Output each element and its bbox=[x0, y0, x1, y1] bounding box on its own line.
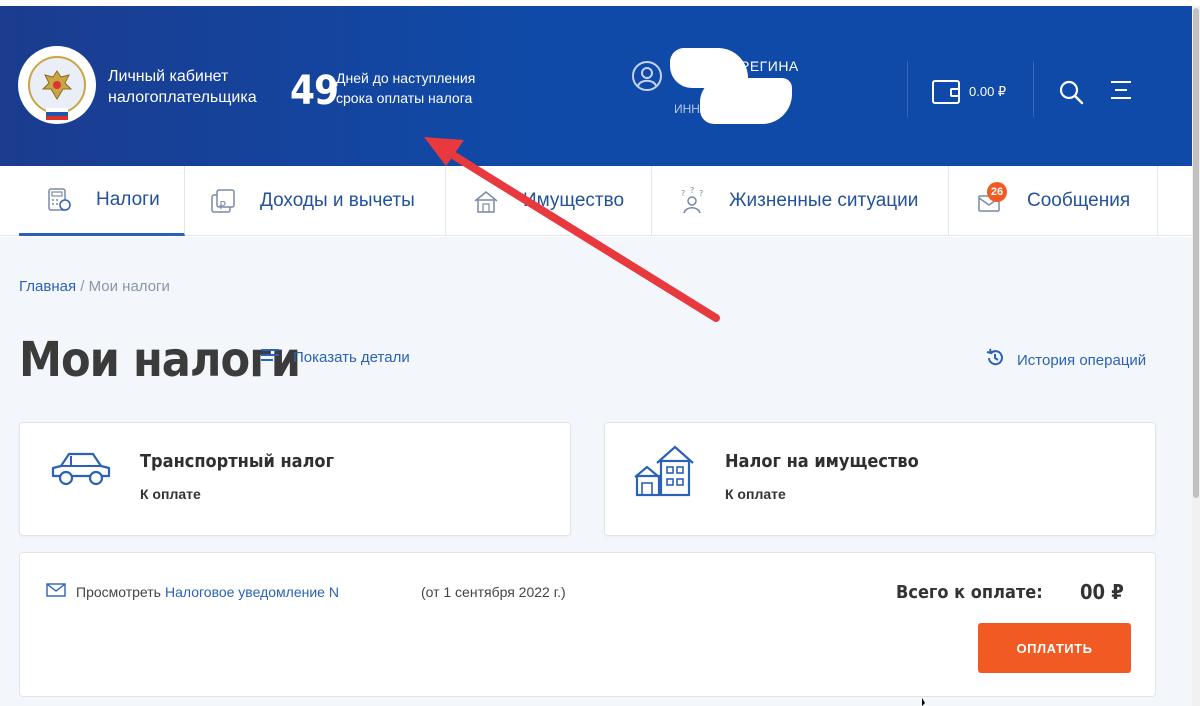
days-caption-line-2: срока оплаты налога bbox=[336, 90, 473, 106]
svg-text:₽: ₽ bbox=[219, 199, 226, 212]
page-title: Мои налоги bbox=[19, 332, 301, 388]
main-content: Главная / Мои налоги Мои налоги Показать… bbox=[0, 237, 1192, 706]
fns-logo[interactable] bbox=[18, 46, 96, 124]
balance-amount[interactable]: 0.00 ₽ bbox=[969, 84, 1006, 100]
breadcrumb-separator: / bbox=[76, 278, 89, 295]
user-name[interactable]: РЕГИНА bbox=[740, 58, 799, 74]
breadcrumb-home[interactable]: Главная bbox=[19, 278, 76, 295]
property-icon bbox=[471, 186, 501, 216]
calculator-icon bbox=[44, 185, 74, 215]
card-subtitle: К оплате bbox=[140, 486, 201, 502]
menu-icon[interactable] bbox=[1108, 78, 1134, 102]
user-inn: ИНН bbox=[674, 102, 700, 116]
tab-label: Сообщения bbox=[1027, 190, 1131, 211]
property-tax-card[interactable]: Налог на имущество К оплате bbox=[604, 422, 1156, 536]
pay-button[interactable]: ОПЛАТИТЬ bbox=[978, 623, 1131, 673]
tab-label: Жизненные ситуации bbox=[729, 190, 919, 211]
tab-life-situations[interactable]: ??? Жизненные ситуации bbox=[652, 166, 949, 236]
svg-text:?: ? bbox=[681, 189, 685, 198]
card-title: Транспортный налог bbox=[140, 451, 335, 472]
show-details-link[interactable]: Показать детали bbox=[261, 348, 410, 366]
tab-label: Доходы и вычеты bbox=[260, 190, 415, 211]
list-icon bbox=[261, 348, 279, 366]
tab-taxes[interactable]: Налоги bbox=[19, 166, 185, 236]
days-caption: Дней до наступления срока оплаты налога bbox=[336, 68, 475, 108]
tab-label: Имущество bbox=[523, 190, 625, 211]
main-nav: Налоги ₽ Доходы и вычеты Имущество ??? Ж… bbox=[0, 166, 1192, 236]
notice-date: (от 1 сентября 2022 г.) bbox=[420, 583, 566, 600]
ruble-document-icon: ₽ bbox=[208, 186, 238, 216]
mail-icon bbox=[46, 583, 66, 600]
tab-label: Налоги bbox=[96, 188, 160, 210]
total-label: Всего к оплате: bbox=[896, 582, 1043, 603]
tab-messages[interactable]: 26 Сообщения bbox=[949, 166, 1158, 236]
breadcrumb-current: Мои налоги bbox=[88, 278, 170, 295]
days-count: 49 bbox=[290, 68, 339, 114]
history-icon bbox=[985, 348, 1005, 372]
card-title: Налог на имущество bbox=[725, 451, 919, 472]
tab-property[interactable]: Имущество bbox=[446, 166, 652, 236]
header-divider bbox=[1033, 61, 1034, 117]
scrollbar-thumb[interactable] bbox=[1193, 8, 1199, 498]
redacted-inn bbox=[700, 78, 792, 124]
wallet-icon[interactable] bbox=[932, 80, 960, 104]
notice-view-text: Просмотреть bbox=[76, 583, 161, 600]
person-question-icon: ??? bbox=[677, 186, 707, 216]
page-scrollbar[interactable] bbox=[1192, 6, 1200, 706]
svg-text:?: ? bbox=[690, 187, 694, 195]
user-avatar-icon[interactable] bbox=[632, 61, 662, 91]
cabinet-line-2: налогоплательщика bbox=[108, 89, 257, 106]
notice-line: Просмотреть Налоговое уведомление N (от … bbox=[46, 583, 566, 600]
days-caption-line-1: Дней до наступления bbox=[336, 70, 476, 86]
total-value: 00 ₽ bbox=[1080, 580, 1124, 604]
history-label: История операций bbox=[1017, 351, 1147, 369]
transport-tax-card[interactable]: Транспортный налог К оплате bbox=[19, 422, 571, 536]
envelope-icon: 26 bbox=[975, 182, 1007, 216]
show-details-label: Показать детали bbox=[293, 348, 410, 366]
cabinet-title[interactable]: Личный кабинет налогоплательщика bbox=[108, 66, 257, 108]
mouse-cursor-icon bbox=[922, 698, 925, 706]
breadcrumb: Главная / Мои налоги bbox=[19, 278, 170, 295]
header-divider bbox=[907, 61, 908, 117]
history-link[interactable]: История операций bbox=[985, 348, 1146, 372]
search-icon[interactable] bbox=[1057, 78, 1085, 106]
tax-notice-link[interactable]: Налоговое уведомление N bbox=[165, 584, 339, 600]
tab-income-deductions[interactable]: ₽ Доходы и вычеты bbox=[185, 166, 446, 236]
emblem-icon bbox=[28, 56, 86, 114]
site-header: Личный кабинет налогоплательщика 49 Дней… bbox=[0, 6, 1192, 166]
car-icon bbox=[51, 452, 111, 486]
messages-badge: 26 bbox=[987, 182, 1007, 202]
flag-icon bbox=[46, 108, 68, 120]
tax-notice-panel: Просмотреть Налоговое уведомление N (от … bbox=[19, 552, 1156, 697]
house-icon bbox=[634, 445, 694, 497]
svg-text:?: ? bbox=[699, 189, 703, 198]
card-subtitle: К оплате bbox=[725, 486, 786, 502]
cabinet-line-1: Личный кабинет bbox=[108, 68, 229, 85]
